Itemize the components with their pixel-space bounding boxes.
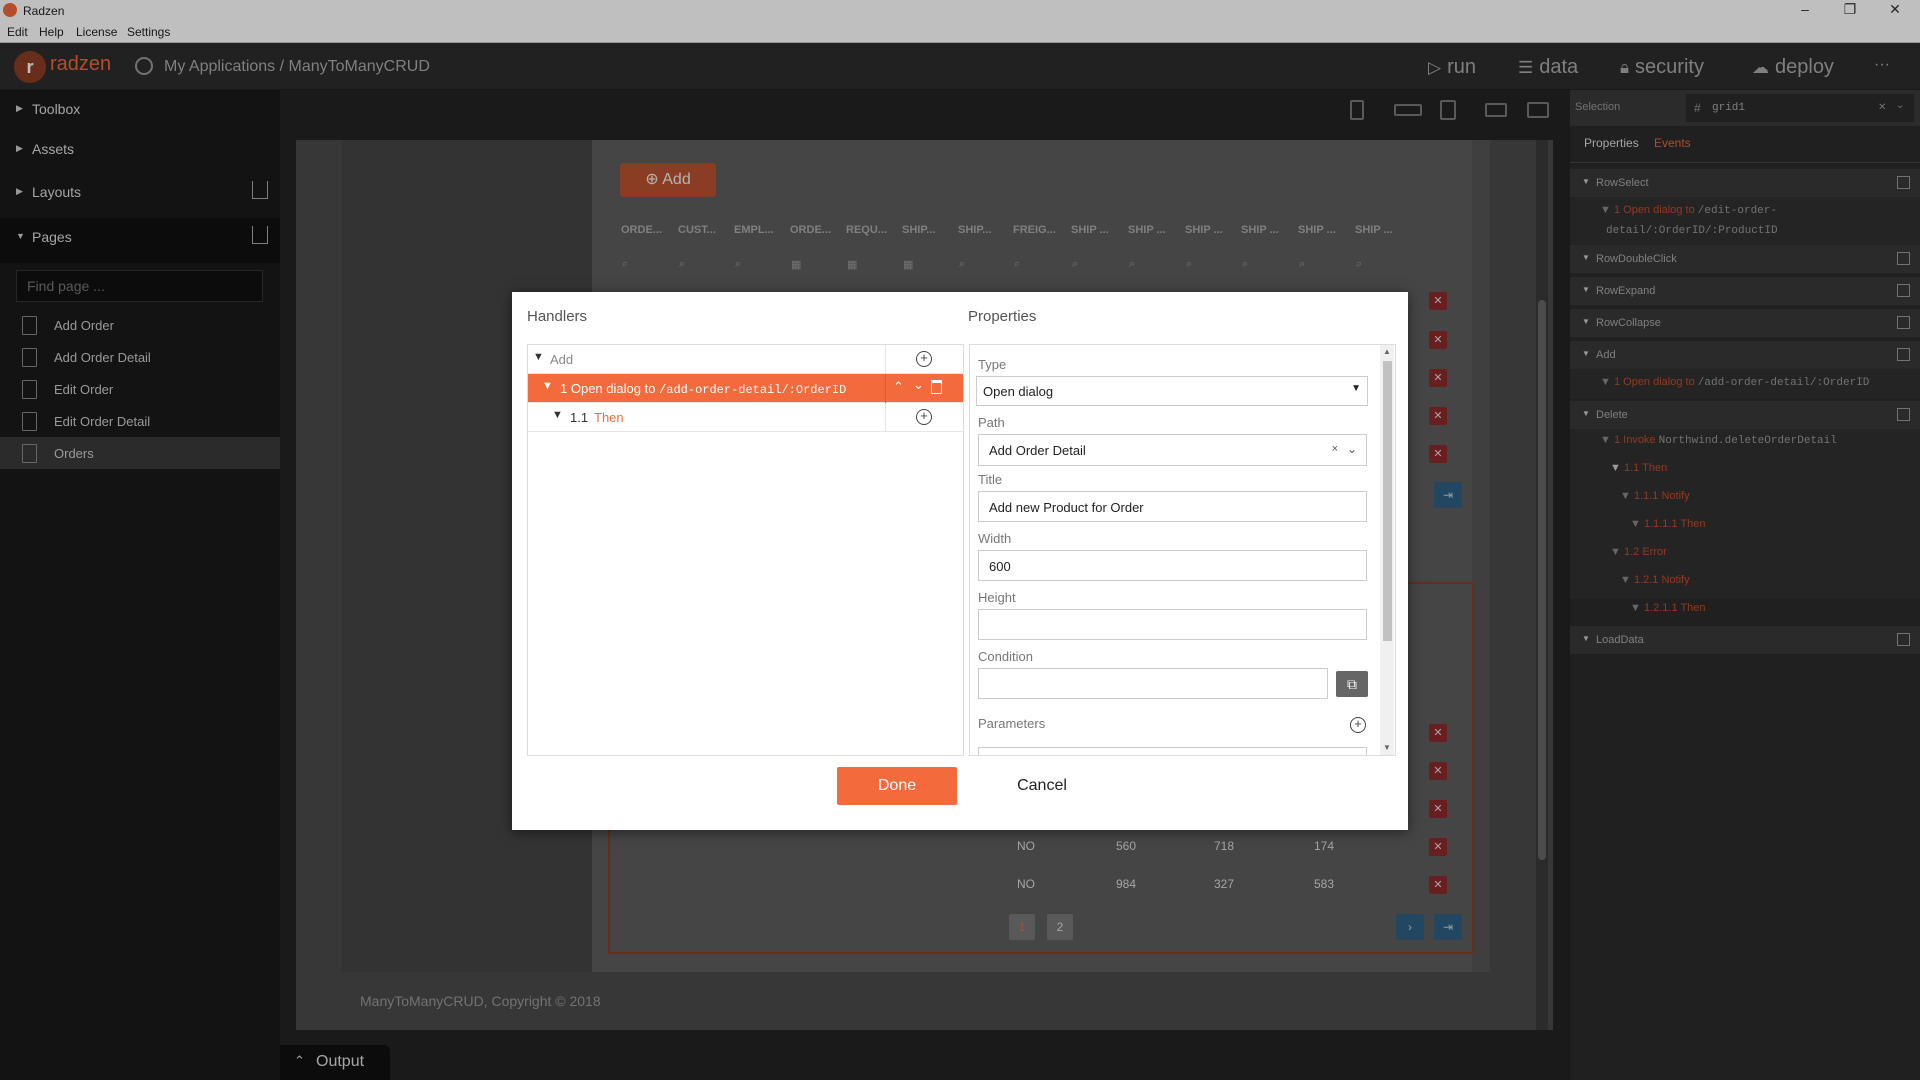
handler-then-row[interactable]: ▼ 1.1 Then + [528, 403, 963, 432]
condition-input[interactable] [978, 668, 1328, 699]
path-select[interactable]: Add Order Detail × ⌄ [978, 434, 1367, 466]
height-input[interactable] [978, 609, 1367, 640]
width-label: Width [978, 531, 1012, 546]
scroll-down-icon[interactable]: ▼ [1383, 743, 1391, 752]
dropdown-arrow-icon: ▼ [1351, 383, 1361, 394]
type-select[interactable]: Open dialog ▼ [976, 376, 1368, 406]
chevron-down-icon[interactable]: ⌄ [1347, 442, 1357, 456]
open-expression-editor-icon[interactable]: ⧉ [1336, 671, 1368, 697]
parameters-list [978, 747, 1367, 755]
move-down-icon[interactable]: ⌄ [913, 377, 924, 393]
handler-action-row[interactable]: ▼ 1 Open dialog to /add-order-detail/:Or… [528, 374, 963, 403]
caret-down-icon[interactable]: ▼ [552, 409, 563, 421]
scroll-up-icon[interactable]: ▲ [1383, 347, 1391, 356]
type-value: Open dialog [983, 384, 1054, 399]
divider [885, 374, 886, 403]
parameters-label: Parameters [978, 716, 1046, 731]
properties-title: Properties [968, 308, 1037, 325]
handler-action-text: 1 Open dialog to /add-order-detail/:Orde… [560, 381, 846, 397]
caret-down-icon[interactable]: ▼ [533, 351, 544, 363]
event-handler-dialog: Handlers Properties ▼ Add + ▼ 1 Open dia… [512, 292, 1408, 830]
move-up-icon[interactable]: ⌃ [893, 379, 904, 395]
action-num: 1 [560, 381, 568, 396]
handlers-tree: ▼ Add + ▼ 1 Open dialog to /add-order-de… [527, 344, 964, 756]
cancel-button[interactable]: Cancel [992, 767, 1092, 805]
action-text: Then [594, 410, 624, 425]
divider [885, 403, 886, 432]
path-value: Add Order Detail [989, 443, 1086, 458]
action-num: 1.1 [570, 410, 589, 425]
properties-scrollbar[interactable]: ▲ ▼ [1380, 345, 1394, 755]
action-text: Open dialog to [570, 381, 656, 396]
height-label: Height [978, 590, 1016, 605]
action-path: /add-order-detail/:OrderID [659, 383, 847, 397]
divider [885, 345, 886, 374]
clear-icon[interactable]: × [1332, 443, 1338, 455]
path-label: Path [978, 415, 1005, 430]
title-label: Title [978, 472, 1003, 487]
add-action-icon[interactable]: + [916, 409, 932, 425]
type-label: Type [978, 357, 1007, 372]
handler-root-row[interactable]: ▼ Add + [528, 345, 963, 374]
width-input[interactable]: 600 [978, 550, 1367, 581]
trash-icon[interactable] [931, 380, 942, 394]
caret-down-icon[interactable]: ▼ [542, 380, 553, 392]
handler-root-label: Add [550, 352, 574, 367]
handlers-title: Handlers [527, 308, 588, 325]
scrollbar-thumb[interactable] [1383, 361, 1392, 641]
add-action-icon[interactable]: + [916, 351, 932, 367]
done-button[interactable]: Done [837, 767, 957, 805]
properties-panel: Type Open dialog ▼ Path Add Order Detail… [969, 344, 1396, 756]
title-input[interactable]: Add new Product for Order [978, 491, 1367, 522]
condition-label: Condition [978, 649, 1033, 664]
add-parameter-icon[interactable]: + [1350, 717, 1366, 733]
